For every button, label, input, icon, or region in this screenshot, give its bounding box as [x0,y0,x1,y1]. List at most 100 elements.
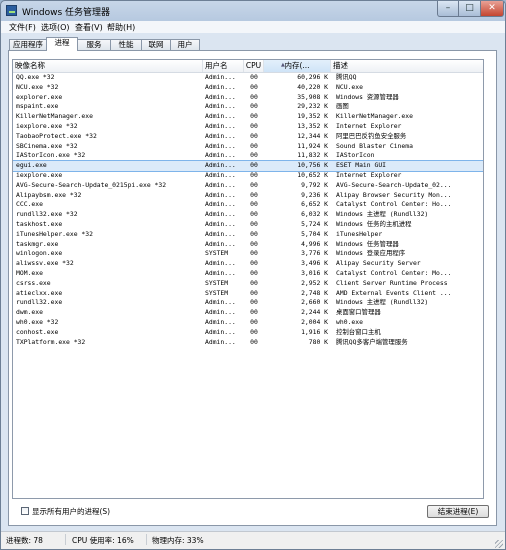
process-cpu: 00 [250,278,258,287]
process-row[interactable]: dwm.exe Admin... 00 2,244 K 桌面窗口管理器 [13,308,483,318]
process-cpu: 00 [250,92,258,101]
process-user: Admin... [205,73,236,81]
process-row[interactable]: taskhost.exe Admin... 00 5,724 K Windows 任务的… [13,220,483,230]
process-memory: 9,236 K [301,190,328,199]
process-memory: 35,908 K [297,92,328,101]
tab-performance[interactable]: 性能 [110,39,142,50]
tab-users[interactable]: 用户 [170,39,200,50]
tab-processes[interactable]: 进程 [46,37,78,51]
process-name: aliwssv.exe *32 [16,259,74,268]
process-description: Windows 任务的主机进程 [336,219,412,228]
process-name: rundll32.exe [16,298,63,307]
process-description: Catalyst Control Center: Mo... [336,268,452,277]
process-row[interactable]: MOM.exe Admin... 00 3,016 K Catalyst Control… [13,269,483,279]
process-row[interactable]: IAStorIcon.exe *32 Admin... 00 11,832 K IASt… [13,151,483,161]
tab-networking[interactable]: 联网 [141,39,171,50]
process-user: Admin... [205,161,236,170]
process-row[interactable]: AVG-Secure-Search-Update_0215pi.exe *32 A… [13,181,483,191]
process-row[interactable]: mspaint.exe Admin... 00 29,232 K 画图 [13,102,483,112]
tab-applications[interactable]: 应用程序 [9,39,47,50]
process-description: Catalyst Control Center: Ho... [336,200,452,209]
process-cpu: 00 [250,102,258,111]
column-header-user[interactable]: 用户名 [203,60,244,72]
process-row[interactable]: winlogon.exe SYSTEM 00 3,776 K Windows 登录应用程… [13,249,483,259]
process-memory: 6,032 K [301,210,328,219]
process-row[interactable]: aliwssv.exe *32 Admin... 00 3,496 K Alipay S… [13,259,483,269]
column-header-description[interactable]: 描述 [331,60,483,72]
close-button[interactable]: ✕ [481,1,504,17]
process-description: Internet Explorer [336,121,402,130]
process-row[interactable]: iexplore.exe *32 Admin... 00 13,352 K Intern… [13,122,483,132]
process-name: rundll32.exe *32 [16,210,78,219]
process-row[interactable]: explorer.exe Admin... 00 35,908 K Windows 资源… [13,93,483,103]
column-header-cpu[interactable]: CPU [244,60,264,72]
menu-file[interactable]: 文件(F) [9,22,36,33]
column-header-memory[interactable]: 内存(... ▲ [264,60,331,72]
process-list[interactable]: 映像名称 用户名 CPU 内存(... ▲ 描述 QQ.exe *32 Admin… [12,59,484,499]
process-row[interactable]: atieclxx.exe SYSTEM 00 2,748 K AMD External … [13,289,483,299]
process-row[interactable]: Alipaybsm.exe *32 Admin... 00 9,236 K Alipay… [13,191,483,201]
process-memory: 19,352 K [297,112,328,121]
maximize-button[interactable]: □ [459,1,481,17]
process-name: atieclxx.exe [16,288,63,297]
process-description: 阿里巴巴反钓鱼安全服务 [336,131,407,140]
process-memory: 60,296 K [297,73,328,81]
tab-services[interactable]: 服务 [77,39,111,50]
show-all-users-checkbox[interactable] [21,507,29,515]
process-user: Admin... [205,102,236,111]
process-description: NCU.exe [336,82,363,91]
process-row[interactable]: TaobaoProtect.exe *32 Admin... 00 12,344 K 阿… [13,132,483,142]
process-user: Admin... [205,200,236,209]
process-description: AMD External Events Client ... [336,288,452,297]
process-row[interactable]: taskmgr.exe Admin... 00 4,996 K Windows 任务管理… [13,240,483,250]
process-row[interactable]: egui.exe Admin... 00 10,756 K ESET Main GUI [13,160,483,172]
process-cpu: 00 [250,112,258,121]
process-row[interactable]: rundll32.exe Admin... 00 2,660 K Windows 主进程… [13,298,483,308]
process-cpu: 00 [250,210,258,219]
menu-options[interactable]: 选项(O) [41,22,70,33]
process-cpu: 00 [250,190,258,199]
process-description: Windows 资源管理器 [336,92,399,101]
process-cpu: 00 [250,317,258,326]
show-all-users-label: 显示所有用户的进程(S) [32,507,111,516]
menu-view[interactable]: 查看(V) [75,22,103,33]
process-cpu: 00 [250,268,258,277]
status-separator [65,534,66,545]
process-row[interactable]: NCU.exe *32 Admin... 00 40,220 K NCU.exe [13,83,483,93]
process-row[interactable]: iTunesHelper.exe *32 Admin... 00 5,704 K iTu… [13,230,483,240]
process-name: Alipaybsm.exe *32 [16,190,82,199]
process-row[interactable]: KillerNetManager.exe Admin... 00 19,352 K Ki… [13,112,483,122]
process-row[interactable]: conhost.exe Admin... 00 1,916 K 控制台窗口主机 [13,328,483,338]
process-cpu: 00 [250,121,258,130]
process-row[interactable]: rundll32.exe *32 Admin... 00 6,032 K Windows… [13,210,483,220]
process-memory: 5,704 K [301,229,328,238]
process-row[interactable]: TXPlatform.exe *32 Admin... 00 780 K 腾讯QQ多客户… [13,338,483,348]
resize-grip-icon[interactable] [495,540,503,548]
process-name: winlogon.exe [16,249,63,258]
process-row[interactable]: SBCinema.exe *32 Admin... 00 11,924 K Sound … [13,142,483,152]
process-name: iTunesHelper.exe *32 [16,229,93,238]
process-description: ESET Main GUI [336,161,387,170]
process-cpu: 00 [250,337,258,346]
process-name: KillerNetManager.exe [16,112,93,121]
process-description: Alipay Browser Security Mon... [336,190,452,199]
process-row[interactable]: wh0.exe *32 Admin... 00 2,004 K wh0.exe [13,318,483,328]
menu-help[interactable]: 帮助(H) [107,22,135,33]
process-name: MOM.exe [16,268,43,277]
minimize-button[interactable]: – [437,1,459,17]
process-name: iexplore.exe *32 [16,121,78,130]
column-header-name[interactable]: 映像名称 [13,60,203,72]
process-row[interactable]: iexplore.exe Admin... 00 10,652 K Internet E… [13,171,483,181]
end-process-button[interactable]: 结束进程(E) [427,505,489,518]
process-row[interactable]: QQ.exe *32 Admin... 00 60,296 K 腾讯QQ [13,73,483,83]
process-description: Windows 登录应用程序 [336,249,406,258]
process-cpu: 00 [250,249,258,258]
process-name: TXPlatform.exe *32 [16,337,86,346]
process-description: Windows 任务管理器 [336,239,399,248]
title-bar[interactable]: Windows 任务管理器 – □ ✕ [1,1,505,21]
process-name: dwm.exe [16,308,43,317]
status-bar: 进程数: 78 CPU 使用率: 16% 物理内存: 33% [1,531,505,549]
process-row[interactable]: csrss.exe SYSTEM 00 2,952 K Client Server Ru… [13,279,483,289]
process-row[interactable]: CCC.exe Admin... 00 6,652 K Catalyst Control… [13,200,483,210]
process-user: SYSTEM [205,249,229,258]
